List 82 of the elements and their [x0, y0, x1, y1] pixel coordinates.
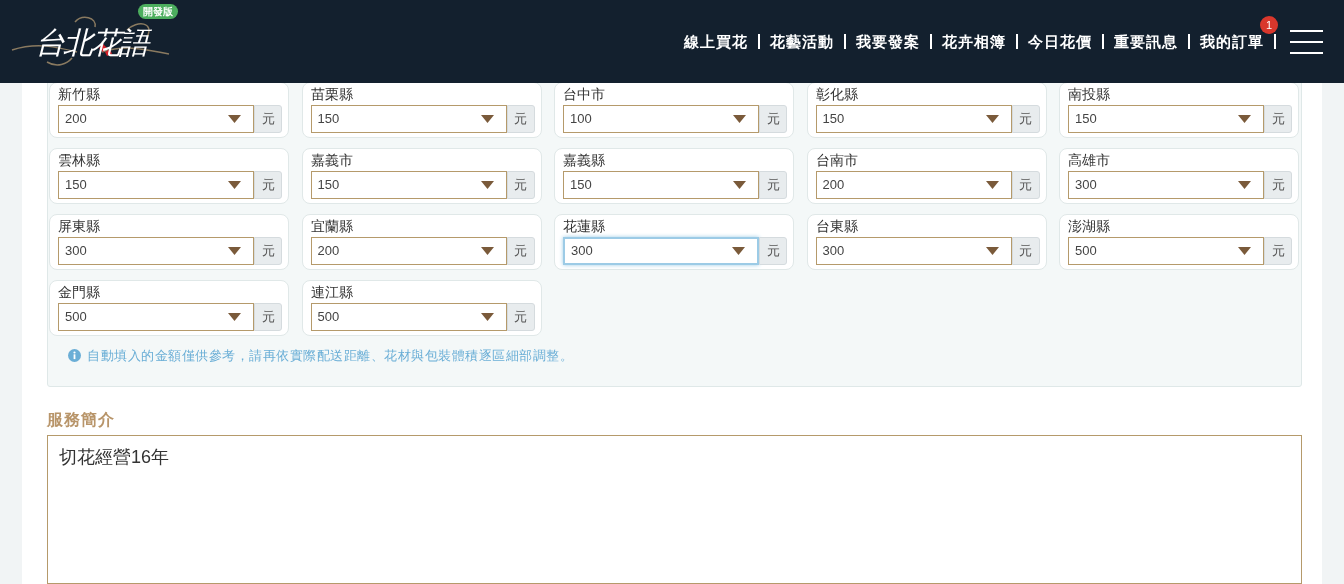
- amount-select[interactable]: 500: [1068, 237, 1265, 265]
- caret-icon: [1238, 181, 1252, 189]
- hint-text: 自動填入的金額僅供參考，請再依實際配送距離、花材與包裝體積逐區細部調整。: [87, 347, 573, 365]
- amount-select[interactable]: 300: [1068, 171, 1265, 199]
- region-label: 南投縣: [1068, 85, 1111, 103]
- count-badge: 1: [1260, 15, 1278, 34]
- caret-icon: [228, 181, 242, 189]
- unit-addon: 元: [1264, 171, 1292, 199]
- unit-addon: 元: [254, 171, 282, 199]
- unit-addon: 元: [254, 105, 282, 133]
- region-label: 金門縣: [58, 283, 101, 301]
- caret-icon: [733, 115, 747, 123]
- unit-addon: 元: [254, 303, 282, 331]
- amount-select[interactable]: 300: [58, 237, 255, 265]
- unit-addon: 元: [1011, 237, 1040, 265]
- region-label: 澎湖縣: [1068, 217, 1111, 235]
- amount-select[interactable]: 300: [815, 237, 1012, 265]
- menu-icon[interactable]: [1290, 29, 1323, 54]
- caret-icon: [985, 181, 999, 189]
- region-label: 連江縣: [310, 283, 354, 301]
- amount-select[interactable]: 150: [310, 105, 507, 133]
- field-label: 服務簡介: [47, 410, 115, 430]
- caret-icon: [228, 313, 242, 321]
- nav-link[interactable]: 我要發案: [846, 32, 930, 50]
- amount-select[interactable]: 200: [815, 171, 1012, 199]
- caret-icon: [480, 247, 494, 255]
- caret-icon: [228, 247, 242, 255]
- nav-link[interactable]: 重要訊息: [1104, 32, 1188, 50]
- caret-icon: [985, 115, 999, 123]
- dev-badge: 開發版: [138, 4, 178, 19]
- region-label: 雲林縣: [58, 151, 101, 169]
- caret-icon: [1238, 115, 1252, 123]
- region-label: 台中市: [563, 85, 606, 103]
- unit-addon: 元: [1264, 237, 1292, 265]
- amount-select[interactable]: 150: [310, 171, 507, 199]
- caret-icon: [733, 181, 747, 189]
- region-label: 花蓮縣: [563, 217, 606, 235]
- unit-addon: 元: [506, 303, 535, 331]
- amount-select[interactable]: 150: [563, 171, 760, 199]
- caret-icon: [1238, 247, 1252, 255]
- region-label: 嘉義縣: [563, 151, 606, 169]
- nav-link[interactable]: 線上買花: [674, 32, 758, 50]
- unit-addon: 元: [759, 105, 787, 133]
- amount-select[interactable]: 150: [58, 171, 255, 199]
- unit-addon: 元: [1011, 105, 1040, 133]
- region-label: 高雄市: [1068, 151, 1111, 169]
- nav-link[interactable]: 我的訂單: [1190, 32, 1274, 50]
- nav-link[interactable]: 花卉相簿: [932, 32, 1016, 50]
- region-label: 苗栗縣: [310, 85, 354, 103]
- unit-addon: 元: [506, 105, 535, 133]
- region-label: 彰化縣: [815, 85, 859, 103]
- unit-addon: 元: [506, 171, 535, 199]
- amount-select[interactable]: 500: [310, 303, 507, 331]
- caret-icon: [732, 247, 746, 255]
- nav-link[interactable]: 今日花價: [1018, 32, 1102, 50]
- unit-addon: 元: [1264, 105, 1292, 133]
- caret-icon: [228, 115, 242, 123]
- service-intro-field[interactable]: 切花經營16年: [47, 435, 1302, 584]
- amount-select[interactable]: 100: [563, 105, 760, 133]
- amount-select[interactable]: 200: [58, 105, 255, 133]
- info-icon: [68, 349, 81, 363]
- caret-icon: [480, 115, 494, 123]
- nav-link[interactable]: 花藝活動: [760, 32, 844, 50]
- amount-select[interactable]: 500: [58, 303, 255, 331]
- unit-addon: 元: [759, 171, 787, 199]
- region-label: 新竹縣: [58, 85, 101, 103]
- caret-icon: [480, 181, 494, 189]
- caret-icon: [480, 313, 494, 321]
- amount-select[interactable]: 150: [815, 105, 1012, 133]
- unit-addon: 元: [1011, 171, 1040, 199]
- amount-select[interactable]: 300: [563, 237, 760, 265]
- region-label: 屏東縣: [58, 217, 101, 235]
- region-label: 嘉義市: [310, 151, 354, 169]
- amount-select[interactable]: 200: [310, 237, 507, 265]
- unit-addon: 元: [759, 237, 787, 265]
- caret-icon: [985, 247, 999, 255]
- amount-select[interactable]: 150: [1068, 105, 1265, 133]
- unit-addon: 元: [506, 237, 535, 265]
- region-label: 台南市: [815, 151, 859, 169]
- region-label: 台東縣: [815, 217, 859, 235]
- region-label: 宜蘭縣: [310, 217, 354, 235]
- unit-addon: 元: [254, 237, 282, 265]
